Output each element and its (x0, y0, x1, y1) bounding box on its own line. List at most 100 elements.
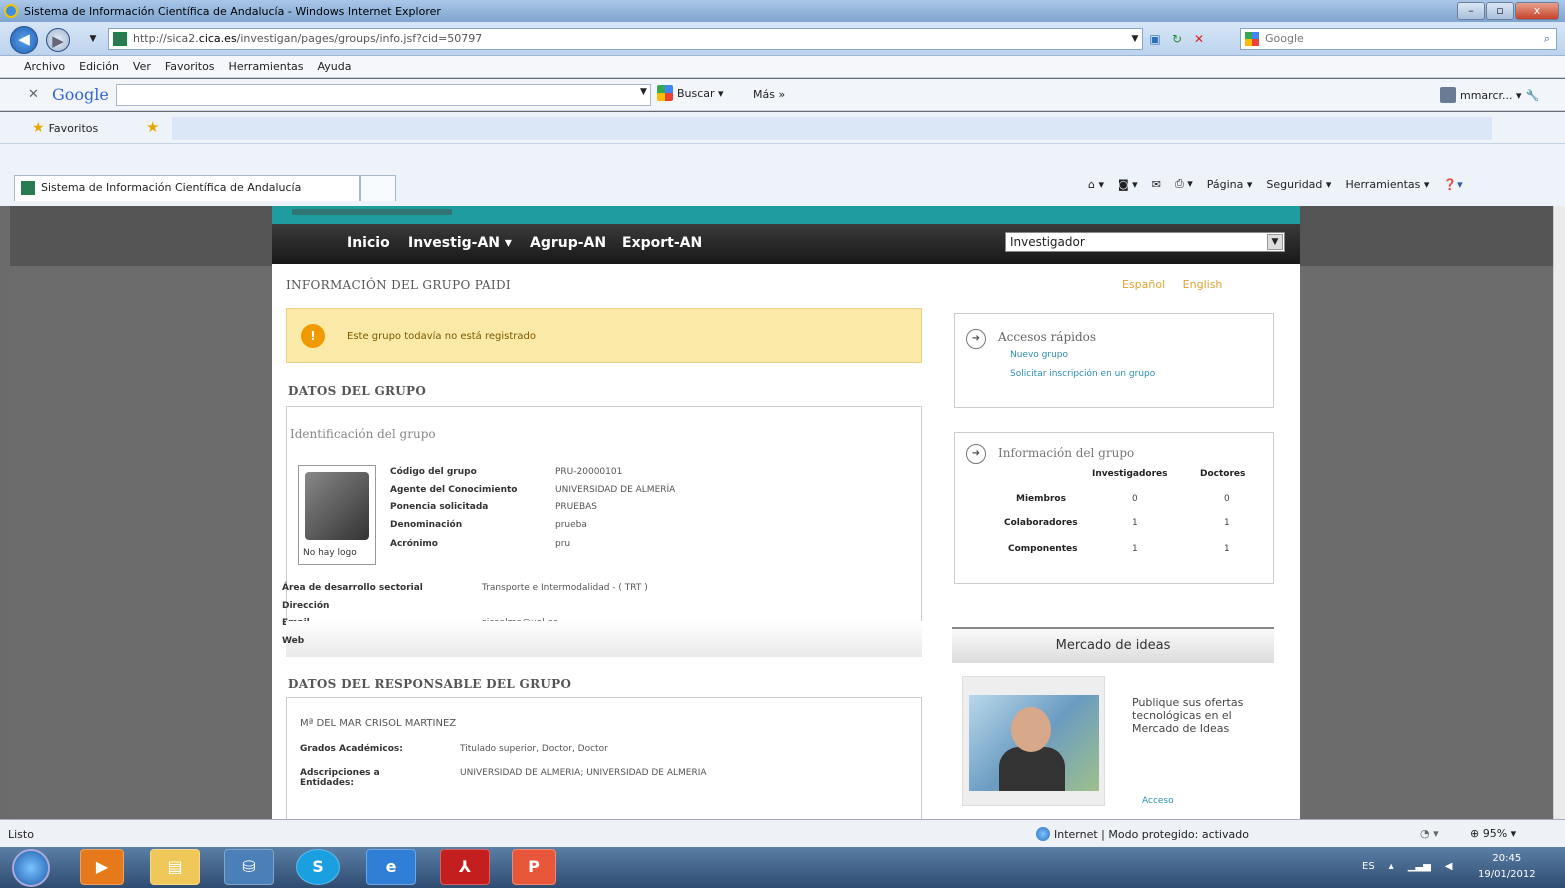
start-button[interactable] (12, 849, 50, 887)
favorites-button[interactable]: ★ Favoritos (32, 120, 98, 136)
acrobat-icon[interactable]: ⅄ (440, 849, 490, 885)
role-select[interactable]: Investigador ▼ (1005, 232, 1285, 252)
google-icon (657, 85, 673, 101)
no-logo-placeholder-icon (305, 472, 369, 540)
tray-arrow-icon[interactable]: ▴ (1389, 861, 1394, 872)
volume-icon[interactable]: ◀ (1445, 861, 1453, 872)
field-value: prueba (555, 520, 587, 530)
site-nav: Inicio Investig-AN ▾ Agrup-AN Export-AN … (272, 224, 1300, 264)
close-button[interactable]: x (1515, 2, 1559, 20)
mercado-ideas-heading: Mercado de ideas (952, 627, 1274, 663)
menu-archivo[interactable]: Archivo (24, 60, 65, 73)
clock-date: 19/01/2012 (1478, 869, 1536, 880)
home-icon[interactable]: ⌂ ▾ (1088, 178, 1104, 191)
internet-explorer-icon[interactable]: e (366, 849, 416, 885)
menu-bar: Archivo Edición Ver Favoritos Herramient… (0, 56, 1565, 78)
field-value: pru (555, 539, 571, 549)
adscripciones-value: UNIVERSIDAD DE ALMERIA; UNIVERSIDAD DE A… (460, 768, 707, 778)
status-bar: Listo Internet | Modo protegido: activad… (0, 819, 1565, 847)
buscar-button[interactable]: Buscar ▾ (657, 85, 724, 101)
feeds-icon[interactable]: ◙ ▾ (1118, 178, 1138, 191)
close-toolbar-icon[interactable]: ✕ (28, 87, 39, 102)
solicitar-inscripcion-link[interactable]: Solicitar inscripción en un grupo (1010, 369, 1155, 379)
url-field[interactable]: http://sica2.cica.es/investigan/pages/gr… (108, 28, 1143, 50)
search-input[interactable]: Google ⌕ (1240, 28, 1557, 50)
avatar (1440, 87, 1456, 103)
responsable-header: DATOS DEL RESPONSABLE DEL GRUPO (288, 677, 572, 691)
minimize-button[interactable]: – (1457, 2, 1485, 20)
menu-ver[interactable]: Ver (133, 60, 151, 73)
lang-es-link[interactable]: Español (1122, 278, 1165, 291)
identificacion-heading: Identificación del grupo (290, 427, 436, 441)
refresh-icon[interactable]: ↻ (1168, 30, 1186, 48)
clock[interactable]: 20:45 19/01/2012 (1478, 851, 1536, 883)
mercado-ideas-text: Publique sus ofertas tecnológicas en el … (1132, 696, 1244, 735)
scrollbar[interactable] (1553, 206, 1565, 819)
nav-export-an[interactable]: Export-AN (622, 235, 702, 251)
group-info-title: Información del grupo (998, 446, 1135, 460)
window-title: Sistema de Información Científica de And… (24, 4, 441, 18)
tab-bar: Sistema de Información Científica de And… (0, 144, 1565, 206)
add-favorite-icon[interactable]: ★ (146, 118, 159, 136)
url-dropdown-icon[interactable]: ▼ (1126, 30, 1144, 48)
responsable-name: Mª DEL MAR CRISOL MARTINEZ (300, 718, 457, 729)
nav-investig-an[interactable]: Investig-AN ▾ (408, 235, 512, 251)
search-icon[interactable]: ⌕ (1544, 29, 1550, 49)
tab-sica[interactable]: Sistema de Información Científica de And… (14, 175, 360, 201)
favorites-links-strip (172, 117, 1492, 140)
row-investigadores: 1 (1132, 544, 1138, 554)
menu-herramientas[interactable]: Herramientas (229, 60, 304, 73)
mercado-acceso-link[interactable]: Acceso (1142, 796, 1174, 806)
history-dropdown-icon[interactable]: ▼ (84, 30, 102, 48)
nuevo-grupo-link[interactable]: Nuevo grupo (1010, 350, 1068, 360)
forward-button[interactable]: ▶ (46, 28, 70, 52)
col-doctores: Doctores (1200, 469, 1246, 479)
lang-en-link[interactable]: English (1183, 278, 1223, 291)
maximize-button[interactable]: ▫ (1486, 2, 1514, 20)
responsable-box (286, 697, 922, 819)
seguridad-menu[interactable]: Seguridad ▾ (1266, 178, 1331, 191)
command-bar: ⌂ ▾ ◙ ▾ ✉ ⎙ ▾ Página ▾ Seguridad ▾ Herra… (1088, 177, 1463, 191)
language-indicator[interactable]: ES (1362, 861, 1375, 872)
zoom-control[interactable]: ⊕ 95% ▾ (1470, 827, 1516, 840)
menu-ayuda[interactable]: Ayuda (317, 60, 351, 73)
back-button[interactable]: ◀ (10, 26, 38, 54)
skype-icon[interactable]: S (296, 849, 340, 885)
google-icon (1245, 32, 1259, 46)
herramientas-menu[interactable]: Herramientas ▾ (1345, 178, 1429, 191)
new-tab-button[interactable] (360, 175, 396, 201)
security-zone[interactable]: Internet | Modo protegido: activado (1036, 827, 1249, 841)
row-doctores: 0 (1224, 494, 1230, 504)
group-data-box (286, 406, 922, 657)
menu-favoritos[interactable]: Favoritos (165, 60, 215, 73)
explorer-icon[interactable]: ▤ (150, 849, 200, 885)
user-account-button[interactable]: mmarcr... ▾ 🔧 (1440, 87, 1539, 103)
network-signal-icon[interactable]: ▁▃▅ (1408, 861, 1431, 872)
area-label: Área de desarrollo sectorial (282, 583, 423, 593)
header-logo-fragment (292, 209, 452, 215)
favorites-label: Favoritos (48, 121, 99, 135)
nav-inicio[interactable]: Inicio (347, 235, 390, 251)
system-tray: ES ▴ ▁▃▅ ◀ (1362, 861, 1452, 872)
powerpoint-icon[interactable]: P (512, 849, 556, 885)
tab-label: Sistema de Información Científica de And… (41, 181, 302, 194)
pagina-menu[interactable]: Página ▾ (1207, 178, 1253, 191)
print-icon[interactable]: ⎙ ▾ (1175, 177, 1193, 191)
site-favicon-icon (21, 181, 35, 195)
compat-view-icon[interactable]: ▣ (1146, 30, 1164, 48)
google-dropdown-icon[interactable]: ▼ (640, 87, 647, 97)
stop-icon[interactable]: ✕ (1190, 30, 1208, 48)
menu-edicion[interactable]: Edición (79, 60, 119, 73)
arrow-circle-icon: ➜ (966, 329, 986, 349)
mercado-ideas-image (962, 676, 1105, 806)
page-status-icon[interactable]: ◔ ▾ (1420, 827, 1439, 840)
wrench-icon[interactable]: 🔧 (1526, 89, 1540, 102)
network-icon[interactable]: ⛁ (224, 849, 274, 885)
mail-icon[interactable]: ✉ (1152, 178, 1161, 191)
media-player-icon[interactable]: ▶ (80, 849, 124, 885)
help-icon[interactable]: ❓▾ (1443, 178, 1462, 191)
nav-agrup-an[interactable]: Agrup-AN (530, 235, 606, 251)
google-search-input[interactable] (116, 84, 651, 106)
mas-button[interactable]: Más » (753, 88, 785, 101)
url-path: /investigan/pages/groups/info.jsf?cid=50… (236, 32, 483, 45)
